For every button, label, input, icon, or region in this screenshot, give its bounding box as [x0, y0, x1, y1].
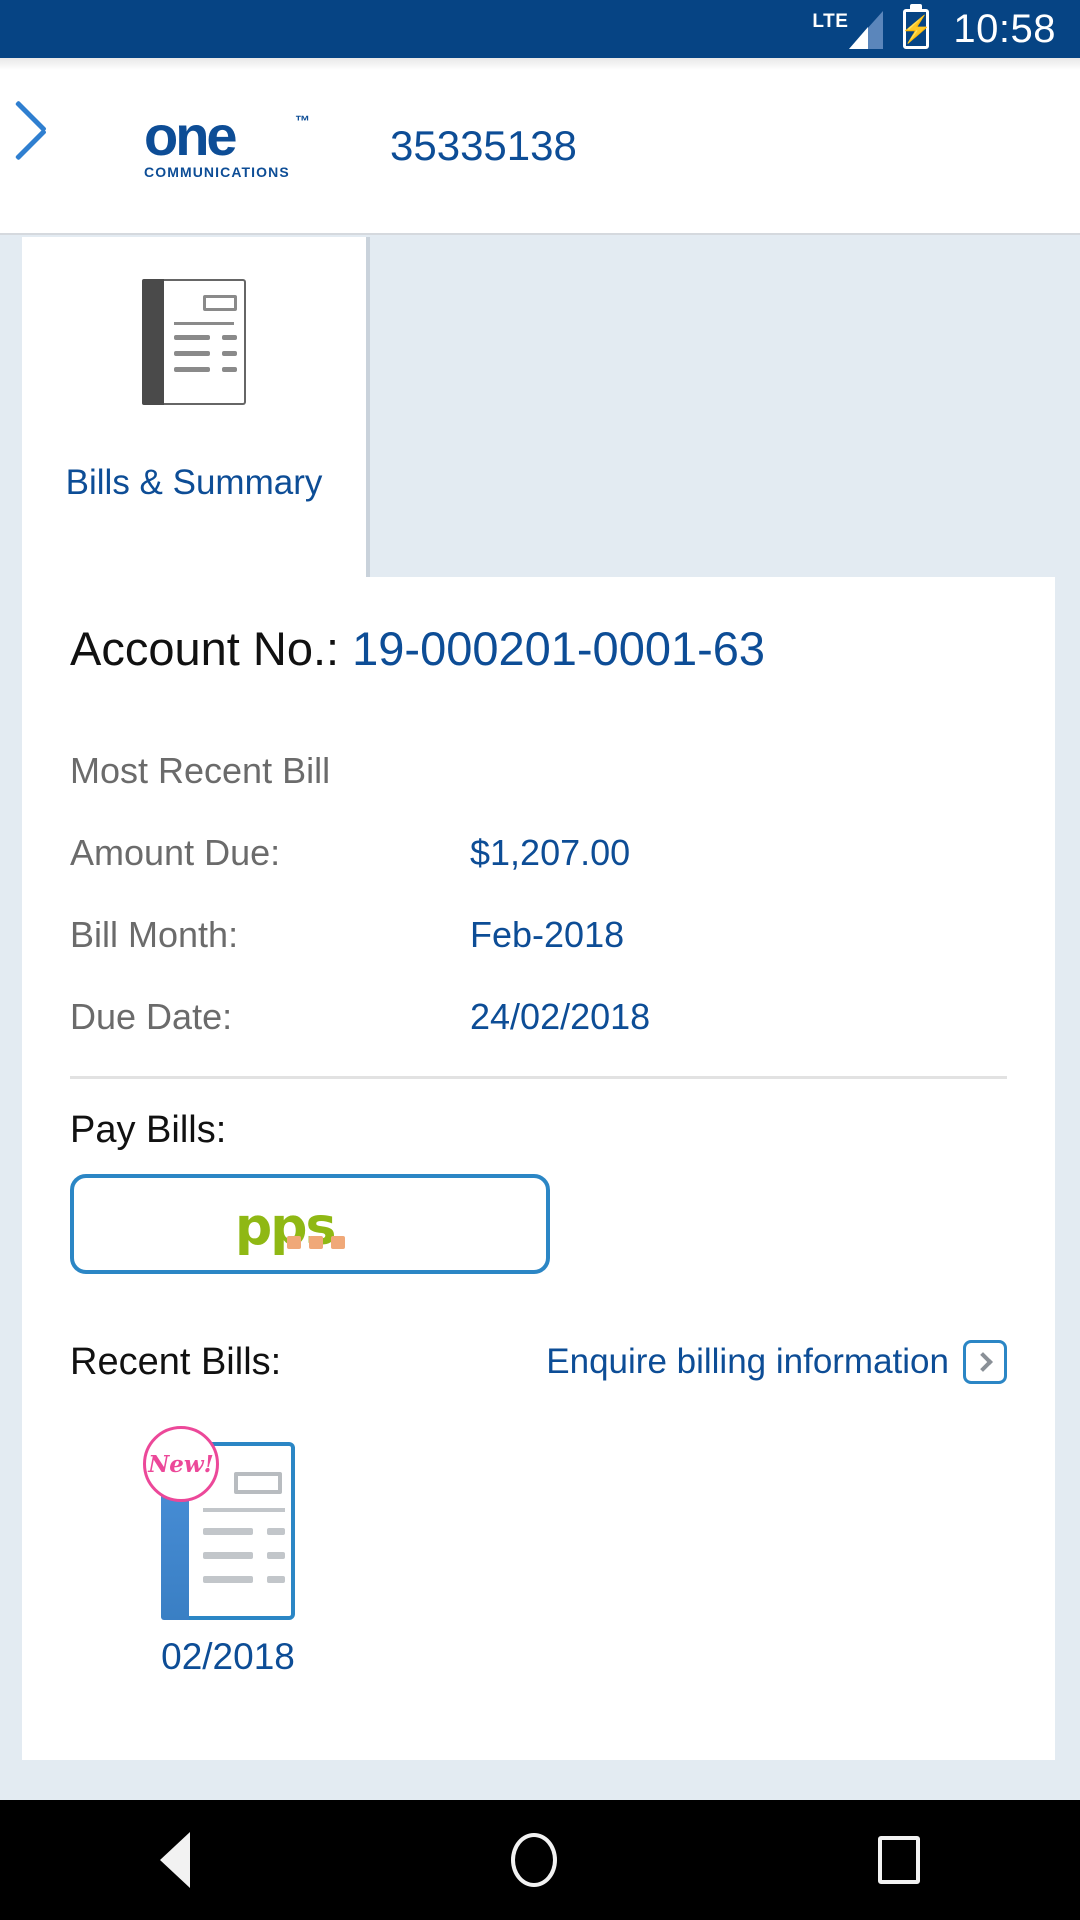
recent-bills-header: Recent Bills: Enquire billing informatio…: [70, 1340, 1007, 1384]
new-badge-label: New!: [148, 1450, 214, 1478]
lte-label: LTE: [812, 11, 849, 32]
tab-strip: Bills & Summary: [0, 237, 1080, 577]
due-date-label: Due Date:: [70, 996, 233, 1037]
recent-bills-title: Recent Bills:: [70, 1340, 282, 1383]
amount-due-label: Amount Due:: [70, 832, 281, 873]
chevron-left-icon: [41, 110, 79, 182]
signal-bars-icon: [849, 11, 884, 49]
trademark-symbol: ™: [295, 113, 310, 131]
document-bill-icon: [142, 279, 246, 405]
tab-label: Bills & Summary: [65, 463, 323, 502]
back-button[interactable]: [0, 57, 120, 234]
status-bar: LTE ⚡ 10:58: [0, 0, 1080, 58]
pps-logo-dots: [287, 1236, 345, 1249]
account-number-label: Account No.:: [70, 622, 353, 675]
tab-bills-and-summary[interactable]: Bills & Summary: [22, 237, 370, 577]
brand-logo: one ™ COMMUNICATIONS: [144, 104, 310, 180]
recent-bill-date: 02/2018: [161, 1636, 295, 1677]
logo-subtitle: COMMUNICATIONS: [144, 163, 290, 180]
account-number-value: 19-000201-0001-63: [352, 622, 766, 675]
amount-due-value: $1,207.00: [470, 832, 631, 873]
bill-summary-card: Account No.: 19-000201-0001-63 Most Rece…: [22, 577, 1055, 1760]
page-title-phone-number: 35335138: [390, 121, 577, 169]
pay-bills-title: Pay Bills:: [70, 1109, 227, 1151]
chevron-right-box-icon[interactable]: [963, 1340, 1007, 1384]
account-number-line: Account No.: 19-000201-0001-63: [70, 577, 1007, 676]
enquire-billing-information-link[interactable]: Enquire billing information: [546, 1340, 1007, 1384]
enquire-label: Enquire billing information: [546, 1342, 949, 1381]
amount-due-row: Amount Due: $1,207.00: [70, 832, 1007, 874]
pps-logo-icon: pps: [235, 1201, 385, 1253]
due-date-value: 24/02/2018: [470, 996, 651, 1037]
document-bill-blue-icon: New!: [143, 1426, 295, 1620]
most-recent-bill-title: Most Recent Bill: [70, 750, 331, 791]
due-date-row: Due Date: 24/02/2018: [70, 996, 1007, 1038]
new-badge: New!: [143, 1426, 219, 1502]
section-divider: [70, 1076, 1007, 1079]
pay-with-pps-button[interactable]: pps: [70, 1174, 550, 1274]
bill-month-row: Bill Month: Feb-2018: [70, 914, 1007, 956]
app-bar: one ™ COMMUNICATIONS 35335138: [0, 58, 1080, 235]
recent-bill-item[interactable]: New! 02/2018: [143, 1426, 308, 1678]
network-indicator: LTE: [812, 9, 884, 49]
logo-wordmark: one: [144, 104, 238, 168]
bill-month-value: Feb-2018: [470, 914, 625, 955]
square-recents-icon[interactable]: [877, 1836, 920, 1884]
triangle-back-icon[interactable]: [160, 1832, 191, 1888]
bill-month-label: Bill Month:: [70, 914, 239, 955]
system-navigation-bar: [0, 1800, 1080, 1920]
circle-home-icon[interactable]: [510, 1833, 557, 1887]
battery-charging-icon: ⚡: [900, 9, 933, 49]
status-bar-clock: 10:58: [953, 6, 1056, 51]
phone-screen: LTE ⚡ 10:58 one ™ COMMUNICATIONS 3533513…: [0, 0, 1080, 1920]
